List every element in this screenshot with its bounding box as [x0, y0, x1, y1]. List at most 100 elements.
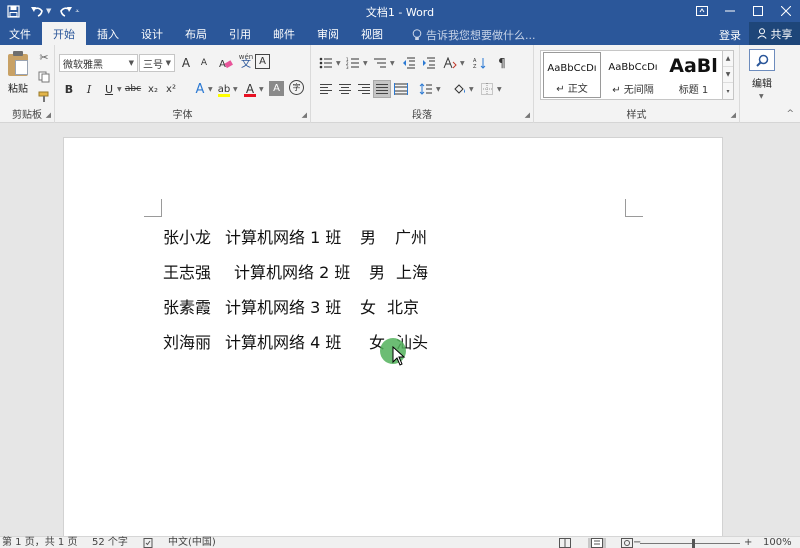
text-effects-button[interactable]: A: [191, 80, 209, 98]
enclose-characters-button[interactable]: 字: [289, 80, 304, 95]
crop-mark-top-left: [144, 199, 162, 217]
paste-button[interactable]: 粘贴: [4, 49, 32, 101]
multilevel-dropdown-icon[interactable]: ▼: [390, 60, 395, 67]
read-mode-icon[interactable]: [559, 538, 571, 548]
tab-home[interactable]: 开始: [42, 22, 86, 45]
shading-icon[interactable]: [451, 80, 469, 98]
line-spacing-dropdown-icon[interactable]: ▼: [436, 86, 441, 93]
bold-button[interactable]: B: [60, 80, 78, 98]
clipboard-small-buttons: ✂: [36, 49, 52, 105]
zoom-slider[interactable]: [640, 543, 740, 544]
tab-insert[interactable]: 插入: [86, 22, 130, 45]
underline-button[interactable]: U: [100, 80, 118, 98]
maximize-icon[interactable]: [744, 0, 772, 22]
borders-dropdown-icon[interactable]: ▼: [497, 86, 502, 93]
font-color-dropdown-icon[interactable]: ▼: [259, 86, 264, 93]
style-heading-1[interactable]: AaBl 标题 1: [665, 52, 722, 98]
highlight-button[interactable]: ab: [215, 80, 233, 98]
character-shading-button[interactable]: A: [269, 81, 284, 96]
document-page[interactable]: 张小龙 计算机网络 1 班 男 广州 王志强 计算机网络 2 班 男 上海 张素…: [63, 137, 723, 547]
style-normal[interactable]: AaBbCcDı ↵ 正文: [543, 52, 601, 98]
zoom-level[interactable]: 100%: [763, 538, 792, 548]
styles-scroll-up-icon[interactable]: ▲: [723, 51, 733, 67]
cut-icon[interactable]: ✂: [36, 49, 52, 65]
chinese-layout-icon[interactable]: [441, 54, 459, 72]
styles-more-icon[interactable]: ▾: [723, 83, 733, 99]
distributed-icon[interactable]: [392, 80, 410, 98]
zoom-in-icon[interactable]: +: [744, 538, 752, 548]
tab-design[interactable]: 设计: [130, 22, 174, 45]
strikethrough-button[interactable]: abc: [124, 80, 142, 98]
share-button[interactable]: 共享: [749, 22, 800, 45]
clear-formatting-icon[interactable]: A: [217, 54, 235, 72]
close-icon[interactable]: [772, 0, 800, 22]
phonetic-guide-icon[interactable]: wén 文: [237, 52, 255, 70]
grow-font-icon[interactable]: A: [177, 54, 195, 72]
font-size-select[interactable]: 三号 ▼: [139, 54, 175, 72]
tell-me-search[interactable]: 告诉我您想要做什么...: [412, 27, 536, 43]
minimize-icon[interactable]: [716, 0, 744, 22]
page-count[interactable]: 第 1 页，共 1 页: [2, 538, 77, 548]
copy-icon[interactable]: [36, 69, 52, 85]
proofing-icon[interactable]: [143, 538, 153, 548]
tab-file[interactable]: 文件: [0, 22, 42, 45]
shading-dropdown-icon[interactable]: ▼: [469, 86, 474, 93]
italic-button[interactable]: I: [80, 80, 98, 98]
cell-gender: 男: [369, 263, 386, 282]
subscript-button[interactable]: x₂: [144, 80, 162, 98]
ribbon-display-options-icon[interactable]: [688, 0, 716, 22]
style-no-spacing[interactable]: AaBbCcDı ↵ 无间隔: [604, 52, 662, 98]
superscript-button[interactable]: x²: [162, 80, 180, 98]
language[interactable]: 中文(中国): [168, 538, 216, 548]
decrease-indent-icon[interactable]: [400, 54, 418, 72]
shrink-font-icon[interactable]: A: [195, 54, 213, 72]
sort-icon[interactable]: AZ: [471, 54, 489, 72]
clipboard-launcher-icon[interactable]: ◢: [46, 111, 51, 119]
format-painter-icon[interactable]: [36, 89, 52, 105]
justify-icon[interactable]: [373, 80, 391, 98]
print-layout-icon[interactable]: [588, 538, 606, 548]
bullets-dropdown-icon[interactable]: ▼: [336, 60, 341, 67]
tab-references[interactable]: 引用: [218, 22, 262, 45]
text-effects-dropdown-icon[interactable]: ▼: [208, 86, 213, 93]
multilevel-list-icon[interactable]: [371, 54, 389, 72]
window-title: 文档1 - Word: [365, 6, 435, 19]
chinese-layout-dropdown-icon[interactable]: ▼: [460, 60, 465, 67]
highlight-dropdown-icon[interactable]: ▼: [233, 86, 238, 93]
editing-label: 编辑: [752, 79, 772, 90]
increase-indent-icon[interactable]: [420, 54, 438, 72]
clipboard-icon: [7, 51, 29, 77]
styles-launcher-icon[interactable]: ◢: [731, 111, 736, 119]
font-color-button[interactable]: A: [241, 80, 259, 98]
font-name-select[interactable]: 微软雅黑 ▼: [59, 54, 138, 72]
group-clipboard: 粘贴 ✂ 剪贴板 ◢: [0, 45, 55, 123]
styles-scroll-down-icon[interactable]: ▼: [723, 67, 733, 83]
paragraph-launcher-icon[interactable]: ◢: [525, 111, 530, 119]
font-launcher-icon[interactable]: ◢: [302, 111, 307, 119]
align-right-icon[interactable]: [355, 80, 373, 98]
login-link[interactable]: 登录: [719, 27, 741, 43]
font-size-dropdown-icon: ▼: [165, 59, 171, 67]
tab-mailings[interactable]: 邮件: [262, 22, 306, 45]
numbering-icon[interactable]: 123: [344, 54, 362, 72]
collapse-ribbon-icon[interactable]: ^: [786, 109, 794, 119]
bullets-icon[interactable]: [317, 54, 335, 72]
character-border-icon[interactable]: A: [255, 54, 270, 69]
tab-layout[interactable]: 布局: [174, 22, 218, 45]
cell-class: 计算机网络 3 班: [225, 298, 342, 317]
document-area[interactable]: 张小龙 计算机网络 1 班 男 广州 王志强 计算机网络 2 班 男 上海 张素…: [0, 123, 800, 547]
underline-dropdown-icon[interactable]: ▼: [117, 86, 122, 93]
word-count[interactable]: 52 个字: [92, 538, 128, 548]
numbering-dropdown-icon[interactable]: ▼: [363, 60, 368, 67]
person-icon: [756, 28, 767, 39]
tab-view[interactable]: 视图: [350, 22, 394, 45]
web-layout-icon[interactable]: [621, 538, 633, 548]
align-left-icon[interactable]: [317, 80, 335, 98]
line-spacing-icon[interactable]: [417, 80, 435, 98]
show-marks-icon[interactable]: ¶: [493, 54, 511, 72]
borders-icon[interactable]: [478, 80, 496, 98]
tab-review[interactable]: 审阅: [306, 22, 350, 45]
editing-button[interactable]: 编辑 ▼: [745, 49, 779, 100]
align-center-icon[interactable]: [336, 80, 354, 98]
zoom-slider-thumb[interactable]: [692, 539, 695, 548]
